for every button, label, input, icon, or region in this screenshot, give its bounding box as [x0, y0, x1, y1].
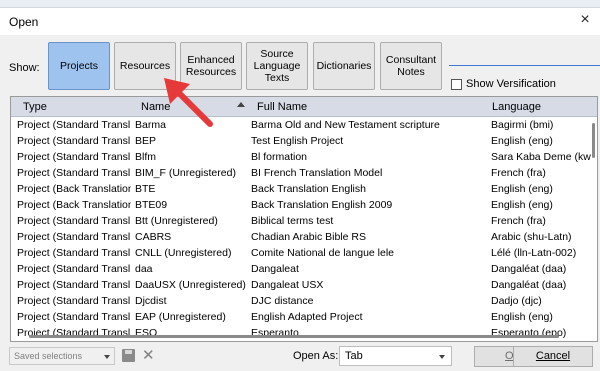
- cell-type: Project (Standard Transl...: [17, 247, 131, 259]
- consultant-notes-button[interactable]: Consultant Notes: [380, 42, 442, 90]
- table-row[interactable]: Project (Standard Transl... BEP Test Engli…: [11, 134, 597, 150]
- cancel-button[interactable]: Cancel: [513, 346, 593, 367]
- cell-type: Project (Standard Transl...: [17, 135, 131, 147]
- table-row[interactable]: Project (Standard Transl... Blfm Bl format…: [11, 150, 597, 166]
- open-as-value: Tab: [345, 350, 363, 362]
- close-icon[interactable]: ×: [576, 11, 594, 29]
- open-as-label: Open As:: [293, 350, 339, 362]
- open-dialog: Open × Show: Projects Resources Enhanced…: [0, 8, 600, 371]
- column-header-type[interactable]: Type: [23, 101, 47, 113]
- cell-language: Bagirmi (bmi): [491, 119, 554, 131]
- cell-full-name: Biblical terms test: [251, 215, 334, 227]
- table-row[interactable]: Project (Standard Transl... DaaUSX (Unreg…: [11, 278, 597, 294]
- cell-name: BTE09: [135, 199, 168, 211]
- chevron-down-icon: [104, 355, 110, 359]
- cell-full-name: BI French Translation Model: [251, 167, 383, 179]
- cell-name: Btt (Unregistered): [135, 215, 218, 227]
- table-row[interactable]: Project (Standard Transl... BIM_F (Unregi…: [11, 166, 597, 182]
- saved-selections-placeholder: Saved selections: [14, 351, 83, 361]
- cell-name: DaaUSX (Unregistered): [135, 279, 246, 291]
- cell-language: English (eng): [491, 183, 553, 195]
- table-row[interactable]: Project (Standard Transl... Barma Barma Ol…: [11, 118, 597, 134]
- cell-name: BIM_F (Unregistered): [135, 167, 236, 179]
- cell-full-name: Dangaleat USX: [251, 279, 324, 291]
- cell-full-name: Test English Project: [251, 135, 344, 147]
- show-versification-label: Show Versification: [466, 78, 556, 90]
- cell-name: EAP (Unregistered): [135, 311, 226, 323]
- saved-selections-dropdown[interactable]: Saved selections: [9, 347, 115, 365]
- cell-full-name: Dangaleat: [251, 263, 299, 275]
- cell-full-name: Back Translation English 2009: [251, 199, 393, 211]
- cell-type: Project (Standard Transl...: [17, 311, 131, 323]
- cell-language: Lélé (lln-Latn-002): [491, 247, 577, 259]
- window-title: Open: [9, 15, 39, 29]
- cell-language: French (fra): [491, 215, 546, 227]
- cell-full-name: Chadian Arabic Bible RS: [251, 231, 366, 243]
- column-header-full-name[interactable]: Full Name: [257, 101, 307, 113]
- cell-type: Project (Back Translation): [17, 199, 131, 211]
- table-row[interactable]: Project (Standard Transl... daa Dangaleat D…: [11, 262, 597, 278]
- save-icon[interactable]: [122, 349, 135, 362]
- cell-name: CNLL (Unregistered): [135, 247, 232, 259]
- cell-name: BEP: [135, 135, 157, 147]
- cell-full-name: English Adapted Project: [251, 311, 363, 323]
- background-window-strip: [0, 0, 600, 8]
- cell-name: CABRS: [135, 231, 172, 243]
- table-row[interactable]: Project (Standard Transl... Btt (Unregist…: [11, 214, 597, 230]
- show-versification-checkbox[interactable]: [451, 79, 462, 90]
- projects-button[interactable]: Projects: [48, 42, 110, 90]
- cell-language: English (eng): [491, 311, 553, 323]
- cell-type: Project (Standard Transl...: [17, 263, 131, 275]
- red-arrow-icon: [164, 78, 213, 127]
- show-label: Show:: [9, 62, 40, 74]
- cell-language: English (eng): [491, 199, 553, 211]
- table-row[interactable]: Project (Back Translation) BTE09 Back Tran…: [11, 198, 597, 214]
- cell-full-name: DJC distance: [251, 295, 314, 307]
- table-row[interactable]: Project (Standard Transl... CABRS Chadian …: [11, 230, 597, 246]
- cell-type: Project (Standard Transl...: [17, 167, 131, 179]
- table-row[interactable]: Project (Standard Transl... CNLL (Unregis…: [11, 246, 597, 262]
- cell-type: Project (Standard Transl...: [17, 279, 131, 291]
- cell-name: Djcdist: [135, 295, 167, 307]
- focus-line: [449, 65, 600, 66]
- chevron-down-icon: [439, 355, 445, 359]
- column-header-language[interactable]: Language: [492, 101, 541, 113]
- cell-language: Sara Kaba Deme (kwg): [491, 151, 591, 163]
- cell-type: Project (Standard Transl...: [17, 119, 131, 131]
- dictionaries-button[interactable]: Dictionaries: [313, 42, 375, 90]
- source-language-texts-button[interactable]: Source Language Texts: [246, 42, 308, 90]
- cell-name: Blfm: [135, 151, 156, 163]
- bottom-bar: Saved selections ✕ Open As: Tab OK Cance…: [0, 344, 600, 371]
- title-bar: Open ×: [0, 8, 600, 35]
- delete-icon[interactable]: ✕: [142, 346, 155, 364]
- cell-type: Project (Standard Transl...: [17, 295, 131, 307]
- cell-type: Project (Back Translation): [17, 183, 131, 195]
- cell-full-name: Bl formation: [251, 151, 308, 163]
- cell-language: English (eng): [491, 135, 553, 147]
- cell-type: Project (Standard Transl...: [17, 151, 131, 163]
- open-as-select[interactable]: Tab: [339, 346, 452, 366]
- cell-language: Dangaléat (daa): [491, 279, 567, 291]
- cell-language: Dadjo (djc): [491, 295, 542, 307]
- cell-type: Project (Standard Transl...: [17, 215, 131, 227]
- project-table: Type Name Full Name Language Project (St…: [10, 96, 598, 342]
- vertical-scrollbar[interactable]: [592, 123, 595, 158]
- cell-full-name: Comite National de langue lele: [251, 247, 395, 259]
- cell-type: Project (Standard Transl...: [17, 231, 131, 243]
- table-header: Type Name Full Name Language: [11, 97, 597, 117]
- horizontal-scrollbar[interactable]: [29, 335, 559, 338]
- cell-name: daa: [135, 263, 153, 275]
- table-row[interactable]: Project (Standard Transl... EAP (Unregist…: [11, 310, 597, 326]
- table-row[interactable]: Project (Back Translation) BTE Back Transl…: [11, 182, 597, 198]
- table-row[interactable]: Project (Standard Transl... Djcdist DJC di…: [11, 294, 597, 310]
- sort-ascending-icon: [237, 102, 245, 107]
- table-row[interactable]: Project (Standard Transl... ESO Esperanto E…: [11, 326, 597, 341]
- cell-language: Dangaléat (daa): [491, 263, 567, 275]
- cell-language: Arabic (shu-Latn): [491, 231, 572, 243]
- cell-language: French (fra): [491, 167, 546, 179]
- cell-name: BTE: [135, 183, 156, 195]
- cell-full-name: Barma Old and New Testament scripture: [251, 119, 440, 131]
- cell-full-name: Back Translation English: [251, 183, 366, 195]
